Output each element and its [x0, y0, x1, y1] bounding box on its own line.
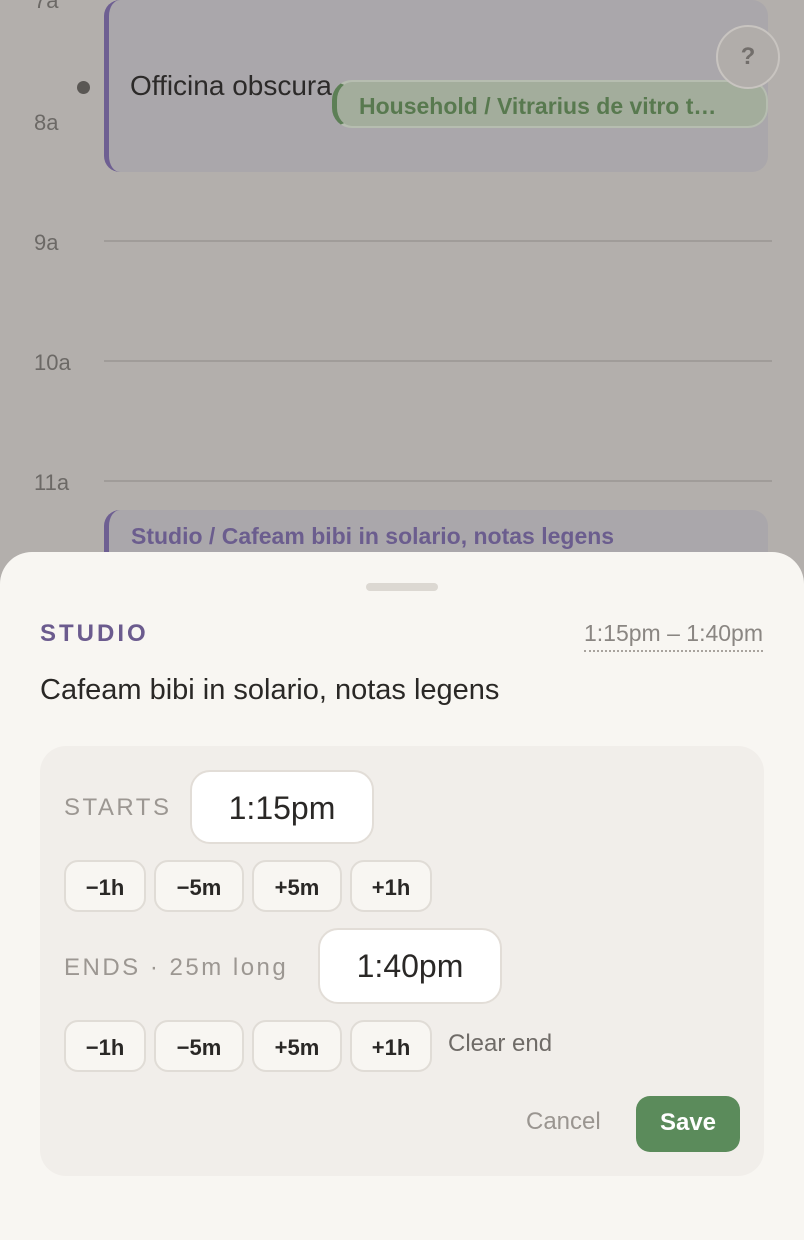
day-timeline: 7a 8a 9a 10a 11a Officina obscura tabula…: [0, 0, 804, 600]
end-time-field[interactable]: 1:40pm: [318, 928, 502, 1004]
end-minus-1h-button[interactable]: −1h: [64, 1020, 146, 1072]
hour-label-10a: 10a: [34, 350, 71, 375]
event-chip-household[interactable]: Household / Vitrarius de vitro t…: [332, 80, 768, 128]
end-minus-5m-button[interactable]: −5m: [154, 1020, 244, 1072]
end-plus-5m-button[interactable]: +5m: [252, 1020, 342, 1072]
start-time-field[interactable]: 1:15pm: [190, 770, 374, 844]
event-dot: [77, 81, 90, 94]
category-label: STUDIO: [40, 620, 149, 647]
ends-label: ENDS · 25m long: [64, 954, 289, 981]
hour-label-11a: 11a: [34, 470, 70, 495]
start-plus-5m-button[interactable]: +5m: [252, 860, 342, 912]
start-minus-1h-button[interactable]: −1h: [64, 860, 146, 912]
starts-label: STARTS: [64, 794, 172, 821]
task-title: Cafeam bibi in solario, notas legens: [40, 674, 500, 706]
edit-time-sheet: STUDIO 1:15pm – 1:40pm Cafeam bibi in so…: [0, 552, 804, 1240]
hour-label-8a: 8a: [34, 110, 59, 135]
hour-label-9a: 9a: [34, 230, 59, 255]
start-plus-1h-button[interactable]: +1h: [350, 860, 432, 912]
hour-gridline: [104, 360, 772, 362]
clear-end-link[interactable]: Clear end: [448, 1030, 552, 1058]
hour-gridline: [104, 240, 772, 242]
cancel-button[interactable]: Cancel: [526, 1108, 601, 1136]
end-plus-1h-button[interactable]: +1h: [350, 1020, 432, 1072]
event-title-office[interactable]: Officina obscura tabula constat: [130, 70, 340, 102]
sheet-grabber-handle[interactable]: [366, 583, 438, 591]
start-minus-5m-button[interactable]: −5m: [154, 860, 244, 912]
save-button[interactable]: Save: [636, 1096, 740, 1152]
time-range-summary[interactable]: 1:15pm – 1:40pm: [583, 620, 763, 652]
hour-label-7a: 7a: [34, 0, 59, 13]
time-editor-panel: STARTS 1:15pm −1h −5m +5m +1h ENDS · 25m…: [40, 746, 764, 1176]
hour-gridline: [104, 480, 772, 482]
help-button[interactable]: ?: [716, 25, 780, 89]
